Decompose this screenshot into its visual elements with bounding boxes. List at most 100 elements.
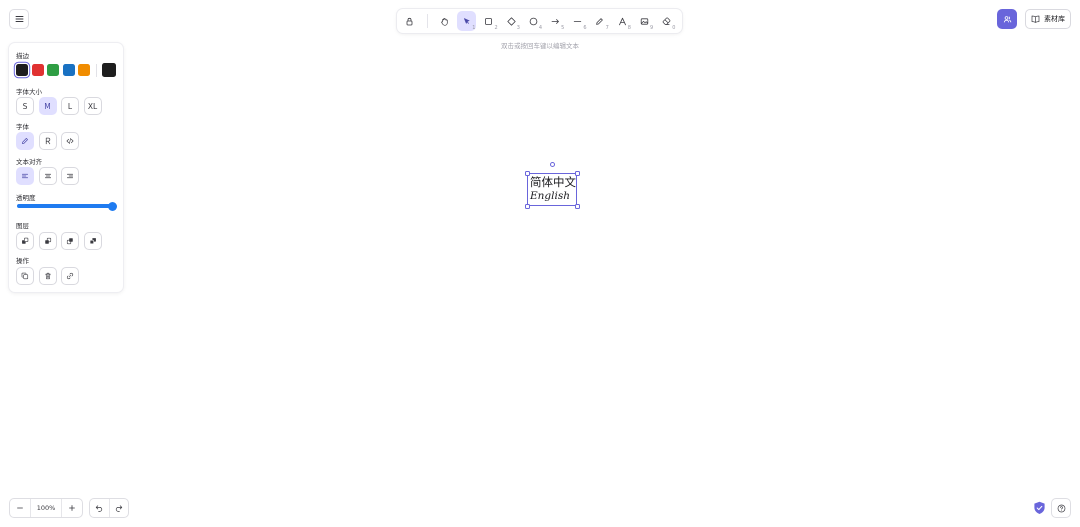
pencil-icon [22,138,28,144]
tool-line[interactable]: 6 [568,11,588,31]
stroke-current-color[interactable] [101,63,116,77]
send-to-back-button[interactable] [16,232,34,250]
stroke-swatch-green[interactable] [47,64,59,76]
canvas-text-element[interactable]: 简体中文 English [530,175,576,203]
edit-hint: 双击或按回车键以编辑文本 [501,42,579,50]
pointer-icon [464,17,470,24]
hamburger-icon [15,16,23,22]
text-align-label: 文本对齐 [16,158,42,166]
collaborate-button[interactable] [997,9,1017,29]
minus-icon [17,507,23,509]
shortcut-key: 0 [672,25,676,31]
bring-to-front-icon [89,238,96,245]
text-icon [618,17,626,25]
send-backward-icon [44,237,51,244]
zoom-level[interactable]: 100% [30,499,62,517]
tool-eraser[interactable]: 0 [657,11,677,31]
stroke-label: 描边 [16,52,29,60]
zoom-controls: 100% [9,498,83,518]
zoom-in-button[interactable] [62,499,82,517]
resize-handle-top-left[interactable] [524,170,530,176]
shortcut-key: 1 [472,25,476,31]
tool-lock[interactable] [400,11,420,31]
shortcut-key: 3 [516,25,520,31]
line-icon [574,20,582,22]
font-size-l[interactable]: L [61,97,79,115]
redo-button[interactable] [108,499,128,517]
bring-to-front-button[interactable] [83,232,102,250]
opacity-slider-track[interactable] [17,204,115,208]
library-button[interactable]: 素材库 [1025,9,1071,29]
tool-selection[interactable]: 1 [456,11,477,31]
canvas-text-line: 简体中文 [530,175,576,189]
toolbar-divider [426,14,428,28]
shortcut-key: 6 [583,25,587,31]
rectangle-icon [485,17,493,25]
rotation-handle[interactable] [549,162,555,167]
help-button[interactable] [1051,498,1071,518]
send-backward-button[interactable] [38,232,57,250]
undo-button[interactable] [90,499,109,517]
stroke-swatch-orange[interactable] [78,64,90,76]
ellipse-icon [529,17,538,25]
zoom-out-button[interactable] [10,499,30,517]
layers-row [16,232,106,250]
bring-forward-icon [66,238,73,245]
delete-button[interactable] [38,267,57,285]
resize-handle-bottom-left[interactable] [524,203,530,209]
align-center-icon [44,173,51,179]
tool-hand[interactable] [435,11,455,31]
tool-ellipse[interactable]: 4 [523,11,543,31]
text-align-right[interactable] [61,167,79,185]
font-family-handwritten[interactable] [16,132,34,150]
tool-rectangle[interactable]: 2 [479,11,499,31]
font-family-normal[interactable] [38,132,57,150]
send-to-back-icon [22,237,29,244]
pencil-icon [596,17,604,25]
library-label: 素材库 [1044,15,1065,23]
stroke-color-row [16,63,119,77]
duplicate-button[interactable] [16,267,34,285]
font-size-s[interactable]: S [16,97,34,115]
stroke-swatch-blue[interactable] [62,64,75,76]
tool-text[interactable]: 8 [612,11,632,31]
actions-row [16,267,84,285]
stroke-swatch-black[interactable] [16,64,28,76]
undo-icon [96,505,103,512]
image-icon [640,17,649,25]
shield-check-icon[interactable] [1033,501,1046,515]
tool-draw[interactable]: 7 [590,11,610,31]
tool-diamond[interactable]: 3 [501,11,521,31]
shortcut-key: 8 [627,25,631,31]
layers-label: 图层 [16,222,29,230]
users-icon [1003,15,1011,22]
copy-icon [21,272,29,280]
font-size-m[interactable]: M [38,97,57,115]
text-align-left[interactable] [16,167,34,185]
shortcut-key: 9 [650,25,654,31]
tool-arrow[interactable]: 5 [546,11,566,31]
text-align-row [16,167,84,185]
align-right-icon [66,173,74,179]
text-align-center[interactable] [38,167,57,185]
shortcut-key: 4 [538,25,543,31]
arrow-icon [551,18,559,24]
link-button[interactable] [61,267,79,285]
bring-forward-button[interactable] [61,232,79,250]
resize-handle-bottom-right[interactable] [574,203,580,209]
swatch-divider [95,63,97,77]
shortcut-key: 2 [494,25,498,31]
shortcut-key: 7 [605,25,609,31]
stroke-swatch-red[interactable] [31,64,44,76]
properties-panel: 描边 字体大小 S M L XL 字体 文本对齐 透明度 图层 操作 [9,43,123,292]
font-size-xl[interactable]: XL [83,97,102,115]
tool-image[interactable]: 9 [635,11,655,31]
eraser-icon [662,16,671,25]
actions-label: 操作 [16,257,29,265]
font-family-code[interactable] [61,132,79,150]
opacity-slider-thumb[interactable] [108,202,117,211]
trash-icon [44,272,51,280]
plus-icon [69,505,75,511]
font-normal-icon [45,137,50,145]
main-menu-button[interactable] [9,9,29,29]
